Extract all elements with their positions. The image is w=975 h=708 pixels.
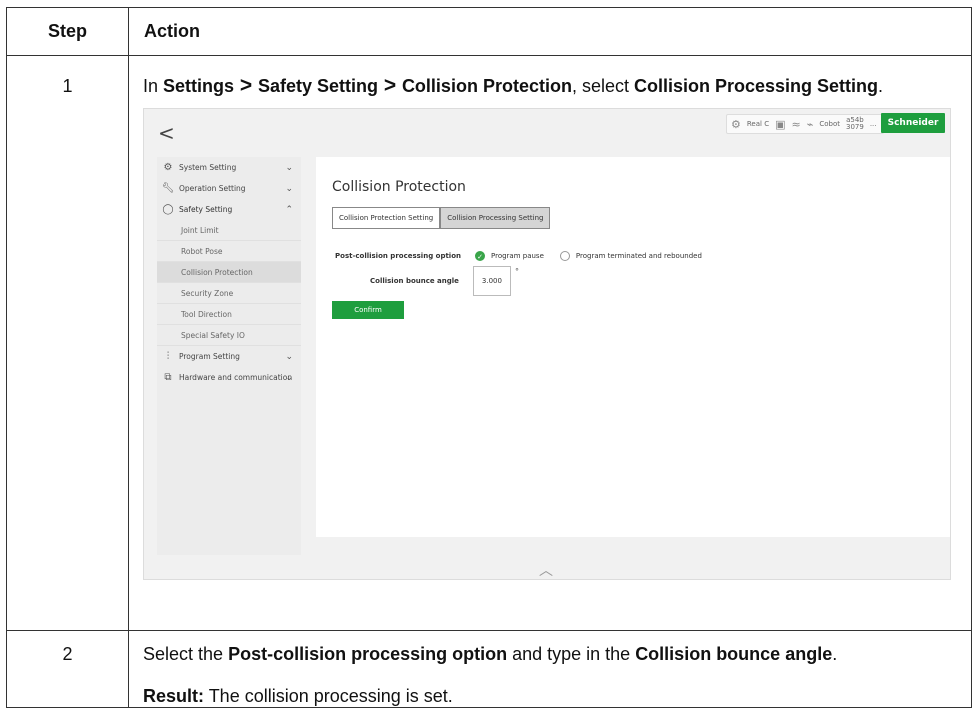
network-icon: ⧉ bbox=[164, 372, 172, 383]
chevron-down-icon: ⌄ bbox=[285, 351, 293, 362]
chevron-down-icon: ⌄ bbox=[285, 372, 293, 383]
sidebar-label: Program Setting bbox=[179, 352, 240, 361]
sidebar-item-program[interactable]: ⫶ Program Setting ⌄ bbox=[157, 346, 301, 367]
table-row: 2 Select the Post-collision processing o… bbox=[6, 630, 972, 708]
robot-arm-icon: ⚙ bbox=[731, 117, 741, 131]
clipboard-icon[interactable]: ▣ bbox=[775, 118, 785, 131]
sidebar-label: Safety Setting bbox=[179, 205, 233, 214]
instr-arrow: > bbox=[234, 74, 258, 97]
instr-part: . bbox=[832, 644, 838, 664]
instr-bold: Collision bounce angle bbox=[635, 644, 833, 664]
instr-processing: Collision Processing Setting bbox=[633, 76, 879, 96]
instr-part: Select the bbox=[143, 644, 229, 664]
result-label: Result: bbox=[143, 686, 205, 706]
chevron-up-handle-icon[interactable]: ︿ bbox=[539, 560, 553, 579]
option-row: Post-collision processing option ✓ Progra… bbox=[335, 251, 718, 261]
instr-in: In bbox=[143, 76, 164, 96]
confirm-button[interactable]: Confirm bbox=[332, 301, 404, 319]
sidebar-subitem[interactable]: Tool Direction bbox=[157, 304, 301, 325]
settings-sidebar: ⚙ System Setting ⌄ 🔧︎ Operation Setting ⌄ ◯ S… bbox=[157, 157, 301, 555]
radio-unchecked-icon bbox=[559, 251, 570, 261]
chevron-down-icon: ⌄ bbox=[285, 162, 293, 173]
step-number: 1 bbox=[6, 55, 129, 631]
sidebar-item-hardware[interactable]: ⧉ Hardware and communication ⌄ bbox=[157, 367, 301, 388]
instr-settings: Settings bbox=[163, 76, 235, 96]
radio-program-terminated[interactable]: Program terminated and rebounded bbox=[559, 251, 702, 261]
tab-collision-processing-setting[interactable]: Collision Processing Setting bbox=[440, 207, 551, 229]
sidebar-subitem-active[interactable]: Collision Protection bbox=[157, 262, 301, 283]
sidebar-subitem[interactable]: Security Zone bbox=[157, 283, 301, 304]
sidebar-label: Operation Setting bbox=[179, 184, 246, 193]
degree-unit: ° bbox=[514, 266, 519, 276]
step-number: 2 bbox=[6, 630, 129, 708]
instr-collision: Collision Protection bbox=[401, 76, 572, 96]
wrench-icon: 🔧︎ bbox=[161, 183, 175, 194]
code-bottom: 3079 bbox=[845, 123, 864, 131]
cobot-label: Cobot bbox=[819, 120, 840, 128]
action-cell: In Settings > Safety Setting > Collision… bbox=[128, 55, 972, 631]
cobot-icon: ⌁ bbox=[806, 117, 814, 131]
tab-collision-protection-setting[interactable]: Collision Protection Setting bbox=[332, 207, 441, 229]
sidebar-subitem[interactable]: Joint Limit bbox=[157, 220, 301, 241]
chevron-up-icon: ⌃ bbox=[285, 204, 293, 215]
sidebar-label: Hardware and communication bbox=[179, 373, 293, 382]
brand-logo: Schneider bbox=[881, 113, 945, 133]
angle-input[interactable]: 3.000 bbox=[472, 266, 511, 296]
radio-label: Program pause bbox=[491, 252, 544, 260]
tab-bar: Collision Protection Setting Collision P… bbox=[332, 207, 551, 229]
instr-bold: Post-collision processing option bbox=[228, 644, 508, 664]
instruction-text: Select the Post-collision processing opt… bbox=[143, 644, 957, 665]
instr-select: , select bbox=[571, 76, 634, 96]
header-action: Action bbox=[128, 7, 972, 56]
cobot-code: a54b 3079 bbox=[846, 117, 864, 131]
more-button[interactable]: ... bbox=[870, 120, 877, 128]
procedure-table: Step Action 1 In Settings > Safety Setti… bbox=[6, 7, 972, 708]
instr-part: and type in the bbox=[507, 644, 636, 664]
action-cell: Select the Post-collision processing opt… bbox=[128, 630, 972, 708]
sidebar-item-system[interactable]: ⚙ System Setting ⌄ bbox=[157, 157, 301, 178]
sidebar-subitem[interactable]: Special Safety IO bbox=[157, 325, 301, 346]
mode-label: Real C bbox=[746, 120, 770, 128]
status-bar: ⚙ Real C ▣ ≈ ⌁ Cobot a54b 3079 ... bbox=[726, 114, 884, 134]
radio-program-pause[interactable]: ✓ Program pause bbox=[475, 251, 544, 261]
page-title: Collision Protection bbox=[332, 179, 466, 195]
instruction-text: In Settings > Safety Setting > Collision… bbox=[143, 75, 957, 97]
table-header-row: Step Action bbox=[6, 7, 972, 56]
radio-checked-icon: ✓ bbox=[475, 251, 485, 261]
gear-icon: ⚙ bbox=[163, 162, 173, 173]
result-body: The collision processing is set. bbox=[204, 686, 453, 706]
sidebar-label: System Setting bbox=[179, 163, 237, 172]
header-step: Step bbox=[6, 7, 129, 56]
instr-arrow: > bbox=[378, 74, 402, 97]
wifi-icon[interactable]: ≈ bbox=[791, 118, 800, 131]
result-text: Result: The collision processing is set. bbox=[143, 686, 957, 707]
table-row: 1 In Settings > Safety Setting > Collisi… bbox=[6, 55, 972, 631]
option-label: Post-collision processing option bbox=[335, 252, 461, 260]
radio-label: Program terminated and rebounded bbox=[575, 252, 702, 260]
back-icon[interactable]: < bbox=[158, 121, 175, 145]
app-screenshot: < ⚙ Real C ▣ ≈ ⌁ Cobot a54b 3079 ... Schn… bbox=[143, 108, 951, 580]
sidebar-item-operation[interactable]: 🔧︎ Operation Setting ⌄ bbox=[157, 178, 301, 199]
sliders-icon: ⫶ bbox=[166, 351, 170, 362]
angle-row: Collision bounce angle 3.000 ° bbox=[370, 266, 519, 296]
instr-period: . bbox=[878, 76, 884, 96]
sidebar-subitem[interactable]: Robot Pose bbox=[157, 241, 301, 262]
angle-label: Collision bounce angle bbox=[370, 277, 459, 285]
shield-icon: ◯ bbox=[162, 204, 174, 215]
instr-safety: Safety Setting bbox=[257, 76, 378, 96]
settings-panel: Collision Protection Collision Protectio… bbox=[316, 157, 950, 537]
sidebar-item-safety[interactable]: ◯ Safety Setting ⌃ bbox=[157, 199, 301, 220]
chevron-down-icon: ⌄ bbox=[285, 183, 293, 194]
